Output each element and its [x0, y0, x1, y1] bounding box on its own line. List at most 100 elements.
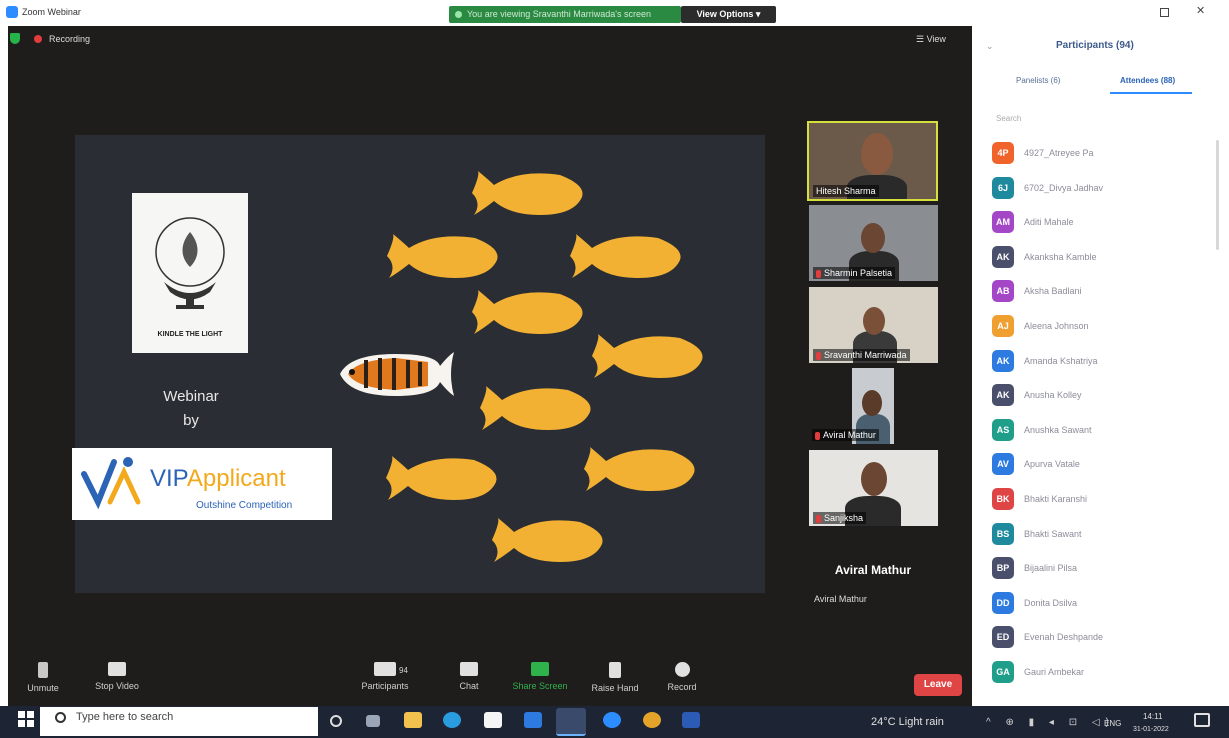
- video-tile-name-text: Aviral Mathur: [823, 430, 876, 440]
- avatar: AB: [992, 280, 1014, 303]
- raise-hand-button[interactable]: Raise Hand: [580, 662, 650, 693]
- notifications-icon[interactable]: [1194, 713, 1210, 727]
- attendee-row[interactable]: AK Anusha Kolley: [992, 384, 1212, 410]
- share-screen-button[interactable]: Share Screen: [505, 662, 575, 691]
- video-tile[interactable]: Hitesh Sharma: [807, 121, 938, 201]
- attendee-row[interactable]: AB Aksha Badlani: [992, 280, 1212, 306]
- chat-button[interactable]: Chat: [434, 662, 504, 691]
- share-screen-icon: [531, 662, 549, 676]
- system-tray-icons[interactable]: ^ ⊕ ▮ ◂ ⊡ ◁): [986, 717, 1115, 728]
- attendee-row[interactable]: DD Donita Dsilva: [992, 591, 1212, 618]
- recording-label[interactable]: Recording: [49, 34, 90, 44]
- input-language[interactable]: ENG: [1104, 719, 1121, 728]
- attendee-name: Akanksha Kamble: [1024, 251, 1097, 262]
- mail-icon[interactable]: [524, 712, 542, 728]
- avatar: AM: [992, 211, 1014, 234]
- attendee-row[interactable]: AK Amanda Kshatriya: [992, 349, 1212, 376]
- raise-hand-icon: [609, 662, 621, 678]
- avatar: 4P: [992, 142, 1014, 164]
- vipapplicant-logo-icon: [81, 457, 141, 510]
- attendee-row[interactable]: BK Bhakti Karanshi: [992, 488, 1212, 514]
- weather-widget[interactable]: 24°C Light rain: [871, 716, 944, 728]
- clock-date[interactable]: 31-01-2022: [1133, 726, 1169, 733]
- fish-cookie-icon: [472, 171, 583, 215]
- video-tile[interactable]: Sanjiksha: [809, 450, 938, 526]
- tab-attendees[interactable]: Attendees (88): [1120, 76, 1175, 85]
- store-icon[interactable]: [484, 712, 502, 728]
- muted-mic-icon: [816, 351, 821, 360]
- participants-icon: [374, 662, 396, 676]
- cortana-icon[interactable]: [330, 715, 342, 727]
- attendee-row[interactable]: 6J 6702_Divya Jadhav: [992, 176, 1212, 203]
- avatar: BS: [992, 522, 1014, 545]
- record-label: Record: [667, 682, 697, 692]
- attendee-name: Bijaalini Pilsa: [1024, 563, 1078, 574]
- brand-name-part-2: Applicant: [186, 465, 286, 492]
- attendee-name: Apurva Vatale: [1024, 459, 1080, 470]
- app-title: Zoom Webinar: [22, 7, 81, 17]
- fish-cookie-icon: [387, 234, 498, 278]
- view-button[interactable]: ☰ View: [916, 34, 946, 45]
- attendee-row[interactable]: 4P 4927_Atreyee Pa: [992, 142, 1212, 168]
- zoom-taskbar-icon[interactable]: [556, 708, 586, 736]
- unmute-button[interactable]: Unmute: [8, 662, 78, 693]
- video-tile-name: Hitesh Sharma: [813, 185, 879, 197]
- close-window-icon[interactable]: ✕: [1196, 4, 1205, 17]
- muted-mic-icon: [815, 431, 820, 440]
- video-tile[interactable]: Sravanthi Marriwada: [809, 287, 938, 363]
- collapse-panel-icon[interactable]: ⌄: [986, 41, 994, 52]
- attendee-row[interactable]: BP Bijaalini Pilsa: [992, 557, 1212, 583]
- fish-cookie-icon: [480, 386, 591, 430]
- video-tile[interactable]: Sharmin Palsetia: [809, 205, 938, 281]
- video-camera-icon: [108, 662, 126, 676]
- participants-label: Participants: [361, 681, 409, 691]
- attendee-name: 4927_Atreyee Pa: [1024, 148, 1094, 158]
- stop-video-button[interactable]: Stop Video: [82, 662, 152, 691]
- chat-label: Chat: [459, 681, 479, 691]
- attendee-row[interactable]: ED Evenah Deshpande: [992, 626, 1212, 652]
- clock-time[interactable]: 14:11: [1143, 712, 1162, 721]
- attendee-name: Gauri Ambekar: [1024, 667, 1085, 677]
- muted-mic-icon: [816, 514, 821, 523]
- view-options-button[interactable]: View Options ▾: [681, 6, 776, 23]
- attendee-row[interactable]: BS Bhakti Sawant: [992, 522, 1212, 549]
- panel-scrollbar[interactable]: [1216, 140, 1219, 250]
- zoom-logo-icon: [6, 6, 18, 18]
- fish-cookie-icon: [472, 290, 583, 334]
- brand-name-part-1: VIP: [150, 465, 187, 492]
- attendee-row[interactable]: AK Akanksha Kamble: [992, 245, 1212, 272]
- webinar-heading: Webinar by: [130, 385, 252, 433]
- brand-name: VIPApplicant: [150, 465, 286, 493]
- attendee-row[interactable]: GA Gauri Ambekar: [992, 661, 1212, 687]
- panel-title: Participants (94): [1056, 40, 1134, 51]
- file-explorer-icon[interactable]: [404, 712, 422, 728]
- edge-icon[interactable]: [443, 712, 461, 728]
- avatar: AK: [992, 349, 1014, 372]
- word-icon[interactable]: [682, 712, 700, 728]
- attendee-name: Anusha Kolley: [1024, 390, 1082, 401]
- chrome-icon[interactable]: [643, 712, 661, 728]
- task-view-icon[interactable]: [366, 715, 380, 727]
- attendee-row[interactable]: AJ Aleena Johnson: [992, 315, 1212, 341]
- unmute-label: Unmute: [27, 683, 59, 693]
- windows-start-icon[interactable]: [18, 711, 34, 727]
- attendee-name: Bhakti Karanshi: [1024, 494, 1088, 504]
- record-button[interactable]: Record: [647, 662, 717, 692]
- restore-window-icon[interactable]: [1160, 8, 1169, 17]
- tab-panelists[interactable]: Panelists (6): [1016, 76, 1060, 85]
- fish-cookie-icon: [492, 518, 603, 562]
- video-tile-name-text: Sanjiksha: [824, 513, 864, 523]
- attendee-row[interactable]: AS Anushka Sawant: [992, 418, 1212, 445]
- brand-tagline: Outshine Competition: [196, 500, 293, 511]
- avatar: GA: [992, 661, 1014, 683]
- zoom-app-icon[interactable]: [603, 712, 621, 728]
- attendee-row[interactable]: AM Aditi Mahale: [992, 211, 1212, 237]
- attendee-row[interactable]: AV Apurva Vatale: [992, 453, 1212, 479]
- leave-button[interactable]: Leave: [914, 674, 962, 696]
- search-icon: [55, 712, 66, 723]
- participants-button[interactable]: Participants: [350, 662, 420, 691]
- fish-cookie-icon: [584, 447, 695, 491]
- avatar: DD: [992, 591, 1014, 614]
- security-shield-icon[interactable]: [10, 33, 20, 44]
- participant-search-input[interactable]: Search: [996, 114, 1021, 123]
